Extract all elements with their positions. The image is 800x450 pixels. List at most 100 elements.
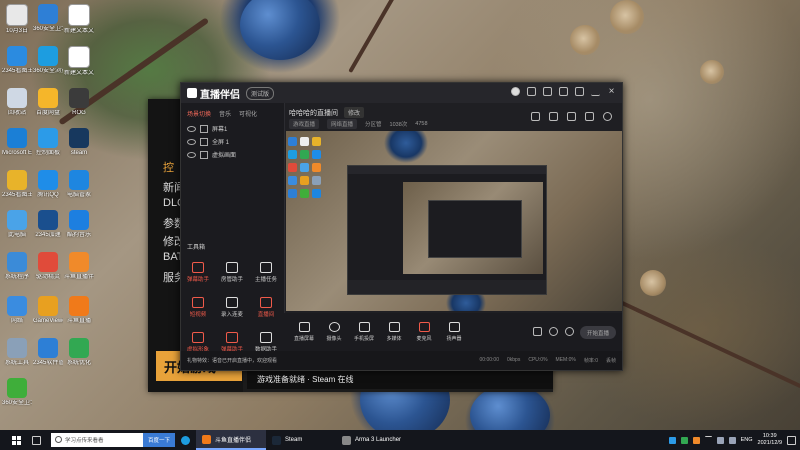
desktop-icon[interactable]: 2345软件管家 <box>33 338 63 367</box>
desktop-icon[interactable]: GameViewer <box>33 296 63 325</box>
tool-item[interactable]: 录入连麦 <box>215 291 249 324</box>
tray-app2-icon[interactable] <box>692 436 700 444</box>
desktop-icon[interactable]: 360安全卫士 <box>2 378 32 407</box>
gift-icon[interactable] <box>567 112 576 121</box>
desktop-icon[interactable]: 2345加速 <box>33 210 63 239</box>
eye-icon[interactable] <box>187 138 196 145</box>
tab-0[interactable]: 场景切换 <box>187 109 211 118</box>
bag-icon[interactable] <box>531 112 540 121</box>
app-icon <box>7 378 27 398</box>
desktop-icon[interactable]: ROG <box>64 88 94 117</box>
control-0[interactable]: 直播屏幕 <box>290 322 318 342</box>
eye-icon[interactable] <box>187 151 196 158</box>
desktop-icon[interactable]: 百度网盘 <box>33 88 63 117</box>
lock-icon[interactable] <box>549 112 558 121</box>
desktop-icon-label: 2345看图王 <box>2 68 32 74</box>
desktop-icon[interactable]: 新建文本文档 <box>64 4 94 35</box>
control-3[interactable]: 多媒体 <box>380 322 408 342</box>
desktop-icon[interactable]: 此电脑 <box>2 210 32 239</box>
control-2[interactable]: 手机投屏 <box>350 322 378 342</box>
start-live-button[interactable]: 开始直播 <box>580 326 616 339</box>
launcher-status-text: 游戏准备就绪 · Steam 在线 <box>247 369 553 389</box>
close-icon[interactable]: × <box>607 87 616 97</box>
desktop-icon[interactable]: Microsoft Edge <box>2 128 32 157</box>
copy-icon[interactable] <box>527 87 536 96</box>
desktop-icon[interactable]: 新建文本文档 <box>64 46 94 77</box>
desktop-icon[interactable]: 系统程序 <box>2 252 32 281</box>
lock-icon[interactable] <box>200 137 208 146</box>
stream-preview[interactable] <box>286 131 622 311</box>
clock-date: 2021/12/9 <box>757 440 782 446</box>
desktop-icon[interactable]: 回收站 <box>2 88 32 117</box>
lock-icon[interactable] <box>200 124 208 133</box>
tool-item[interactable]: 短视频 <box>181 291 215 324</box>
tool-item[interactable]: 弹幕助手 <box>181 256 215 289</box>
settings-icon[interactable] <box>533 327 542 336</box>
menu-icon[interactable] <box>575 87 584 96</box>
desktop-icon[interactable]: 10月3日 <box>2 4 32 35</box>
toolbox-header: 工具箱 <box>187 245 206 251</box>
desktop-icon[interactable]: 360安全卫士 <box>33 4 63 33</box>
minimize-icon[interactable] <box>591 87 600 96</box>
share-icon[interactable] <box>603 112 612 121</box>
desktop-icon[interactable]: 2345看图王 <box>2 46 32 75</box>
network-icon[interactable] <box>716 436 724 444</box>
desktop-icon[interactable]: 控制面板 <box>33 128 63 157</box>
desktop-icon[interactable]: 2345看图王 <box>2 170 32 199</box>
desktop-icon[interactable]: 电脑管家 <box>64 170 94 199</box>
tray-app-icon[interactable] <box>668 436 676 444</box>
clock[interactable]: 10:39 2021/12/9 <box>758 433 782 447</box>
desktop-icon[interactable]: 斗鱼直播 <box>64 296 94 325</box>
eye-icon[interactable] <box>187 125 196 132</box>
desktop-icon-label: 驱动精灵 <box>35 274 60 280</box>
desktop-icon[interactable]: 系统工具 <box>2 338 32 367</box>
bell-icon[interactable] <box>585 112 594 121</box>
windows-icon <box>11 435 21 445</box>
desktop-icon[interactable]: 360安全浏览器 <box>33 46 63 75</box>
desktop-icon-label: 360安全浏览器 <box>33 68 63 74</box>
tool-icon <box>260 297 272 308</box>
taskbar-app[interactable]: 斗鱼直播伴侣 <box>196 430 266 450</box>
control-5[interactable]: 扬声器 <box>440 322 468 342</box>
desktop-icon[interactable]: 腾讯QQ <box>33 170 63 199</box>
taskbar-browser-icon[interactable] <box>175 430 196 450</box>
desktop-icon-label: 此电脑 <box>7 232 26 238</box>
record-icon[interactable] <box>549 327 558 336</box>
streaming-app-window[interactable]: 直播伴侣 测试版 × 场景切换 音乐 可视化 屏幕1 全屏 1 虚拟画面 工具箱 弹幕助… <box>180 82 623 371</box>
desktop-icon[interactable]: steam <box>64 128 94 157</box>
taskbar-app[interactable]: Arma 3 Launcher <box>336 430 418 450</box>
tab-1[interactable]: 音乐 <box>219 109 231 118</box>
volume-icon[interactable] <box>728 436 736 444</box>
taskbar-app[interactable]: Steam <box>266 430 336 450</box>
desktop-icon[interactable]: 网络 <box>2 296 32 325</box>
avatar-icon[interactable] <box>511 87 520 96</box>
task-view-icon[interactable] <box>32 435 41 445</box>
scene-item[interactable]: 虚拟画面 <box>181 148 284 161</box>
scene-item[interactable]: 屏幕1 <box>181 122 284 135</box>
baidu-search-button[interactable]: 百度一下 <box>143 433 175 447</box>
control-4[interactable]: 麦克风 <box>410 322 438 342</box>
desktop-icon[interactable]: 系统优化 <box>64 338 94 367</box>
lock-icon[interactable] <box>200 150 208 159</box>
tray-shield-icon[interactable] <box>680 436 688 444</box>
shirt-icon[interactable] <box>543 87 552 96</box>
start-button[interactable] <box>0 435 32 445</box>
notification-icon[interactable] <box>787 435 796 445</box>
taskbar-search-input[interactable]: 学习点传来看看 <box>51 433 143 447</box>
edit-room-button[interactable]: 修改 <box>344 107 365 118</box>
tab-2[interactable]: 可视化 <box>239 109 257 118</box>
desktop-icon[interactable]: 驱动精灵 <box>33 252 63 281</box>
language-indicator[interactable]: ENG <box>741 437 753 443</box>
screen-icon[interactable] <box>559 87 568 96</box>
control-1[interactable]: 摄像头 <box>320 322 348 342</box>
scene-item[interactable]: 全屏 1 <box>181 135 284 148</box>
desktop-icon[interactable]: 斗鱼直播伴侣 <box>64 252 94 281</box>
tool-item[interactable]: 主播任务 <box>249 256 283 289</box>
gear-icon[interactable] <box>565 327 574 336</box>
control-icon <box>298 322 310 332</box>
tool-item[interactable]: 直播间 <box>249 291 283 324</box>
desktop-icon[interactable]: 酷狗音乐 <box>64 210 94 239</box>
launcher-menu-item[interactable]: 控 <box>163 159 174 175</box>
tool-item[interactable]: 房管助手 <box>215 256 249 289</box>
tray-up-icon[interactable] <box>704 436 712 444</box>
